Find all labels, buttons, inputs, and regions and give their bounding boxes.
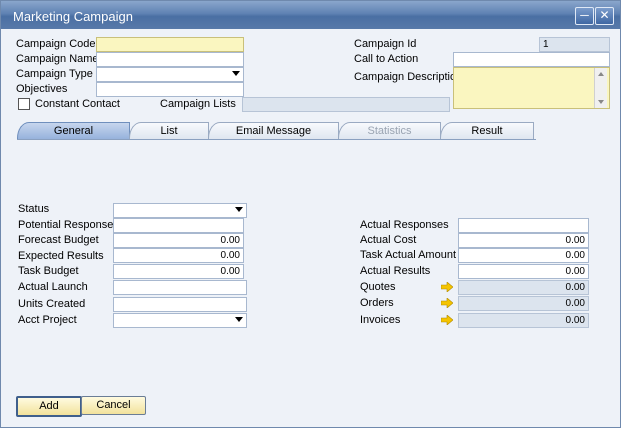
quotes-field: 0.00: [458, 280, 589, 295]
task-actual-amount-field[interactable]: 0.00: [458, 248, 589, 263]
chevron-down-icon: [235, 317, 243, 322]
status-label: Status: [18, 203, 50, 215]
expected-results-label: Expected Results: [18, 250, 104, 262]
tab-result-label: Result: [471, 125, 503, 137]
actual-launch-field[interactable]: [113, 280, 247, 295]
expected-results-field[interactable]: 0.00: [113, 248, 244, 263]
invoices-label: Invoices: [360, 314, 401, 326]
actual-cost-field[interactable]: 0.00: [458, 233, 589, 248]
actual-launch-label: Actual Launch: [18, 281, 88, 293]
potential-responses-field[interactable]: [113, 218, 244, 233]
objectives-label: Objectives: [16, 83, 68, 95]
invoices-link-arrow-icon[interactable]: [441, 315, 453, 325]
tab-statistics: Statistics: [338, 122, 441, 139]
campaign-description-label: Campaign Description: [354, 71, 463, 83]
minimize-button[interactable]: ─: [575, 7, 594, 25]
marketing-campaign-window: Marketing Campaign ─ ✕ Campaign Code Cam…: [0, 0, 621, 428]
quotes-link-arrow-icon[interactable]: [441, 282, 453, 292]
campaign-type-label: Campaign Type: [16, 68, 93, 80]
actual-cost-label: Actual Cost: [360, 234, 417, 246]
campaign-lists-label: Campaign Lists: [160, 98, 236, 110]
actual-responses-label: Actual Responses: [360, 219, 449, 231]
tab-list-label: List: [160, 125, 178, 137]
constant-contact-label: Constant Contact: [35, 98, 120, 110]
task-budget-label: Task Budget: [18, 265, 79, 277]
campaign-type-dropdown[interactable]: [96, 67, 244, 82]
campaign-lists-field[interactable]: [242, 97, 450, 112]
task-budget-field[interactable]: 0.00: [113, 264, 244, 279]
orders-link-arrow-icon[interactable]: [441, 298, 453, 308]
acct-project-dropdown[interactable]: [113, 313, 247, 328]
actual-results-label: Actual Results: [360, 265, 431, 277]
scroll-arrows-icon: [598, 72, 604, 104]
campaign-name-field[interactable]: [96, 52, 244, 67]
tab-general[interactable]: General: [17, 122, 130, 139]
description-scrollbar[interactable]: [594, 68, 607, 108]
chevron-down-icon: [232, 71, 240, 76]
tab-general-label: General: [53, 125, 94, 137]
cancel-button[interactable]: Cancel: [81, 396, 146, 415]
campaign-code-label: Campaign Code: [16, 38, 96, 50]
chevron-down-icon: [235, 207, 243, 212]
orders-field: 0.00: [458, 296, 589, 311]
actual-responses-field[interactable]: [458, 218, 589, 233]
campaign-name-label: Campaign Name: [16, 53, 99, 65]
units-created-field[interactable]: [113, 297, 247, 312]
add-button[interactable]: Add: [16, 396, 82, 417]
potential-responses-label: Potential Responses: [18, 219, 119, 231]
call-to-action-label: Call to Action: [354, 53, 419, 65]
close-icon: ✕: [599, 8, 610, 22]
constant-contact-checkbox[interactable]: [18, 98, 30, 110]
campaign-id-label: Campaign Id: [354, 38, 417, 50]
campaign-description-field[interactable]: [453, 67, 610, 109]
call-to-action-field[interactable]: [453, 52, 610, 67]
orders-label: Orders: [360, 297, 394, 309]
invoices-field: 0.00: [458, 313, 589, 328]
window-title: Marketing Campaign: [13, 9, 133, 24]
forecast-budget-field[interactable]: 0.00: [113, 233, 244, 248]
task-actual-amount-label: Task Actual Amount: [360, 249, 456, 261]
tabs-divider: [17, 139, 536, 140]
actual-results-field[interactable]: 0.00: [458, 264, 589, 279]
minimize-icon: ─: [580, 8, 589, 22]
units-created-label: Units Created: [18, 298, 86, 310]
tab-list[interactable]: List: [129, 122, 209, 139]
quotes-label: Quotes: [360, 281, 396, 293]
objectives-field[interactable]: [96, 82, 244, 97]
tab-statistics-label: Statistics: [367, 125, 412, 137]
campaign-id-field: 1: [539, 37, 610, 52]
campaign-code-field[interactable]: [96, 37, 244, 52]
forecast-budget-label: Forecast Budget: [18, 234, 99, 246]
title-bar: Marketing Campaign ─ ✕: [1, 1, 620, 29]
tab-result[interactable]: Result: [440, 122, 534, 139]
status-dropdown[interactable]: [113, 203, 247, 218]
tab-email-message[interactable]: Email Message: [208, 122, 339, 139]
acct-project-label: Acct Project: [18, 314, 77, 326]
close-button[interactable]: ✕: [595, 7, 614, 25]
tab-email-message-label: Email Message: [235, 125, 312, 137]
